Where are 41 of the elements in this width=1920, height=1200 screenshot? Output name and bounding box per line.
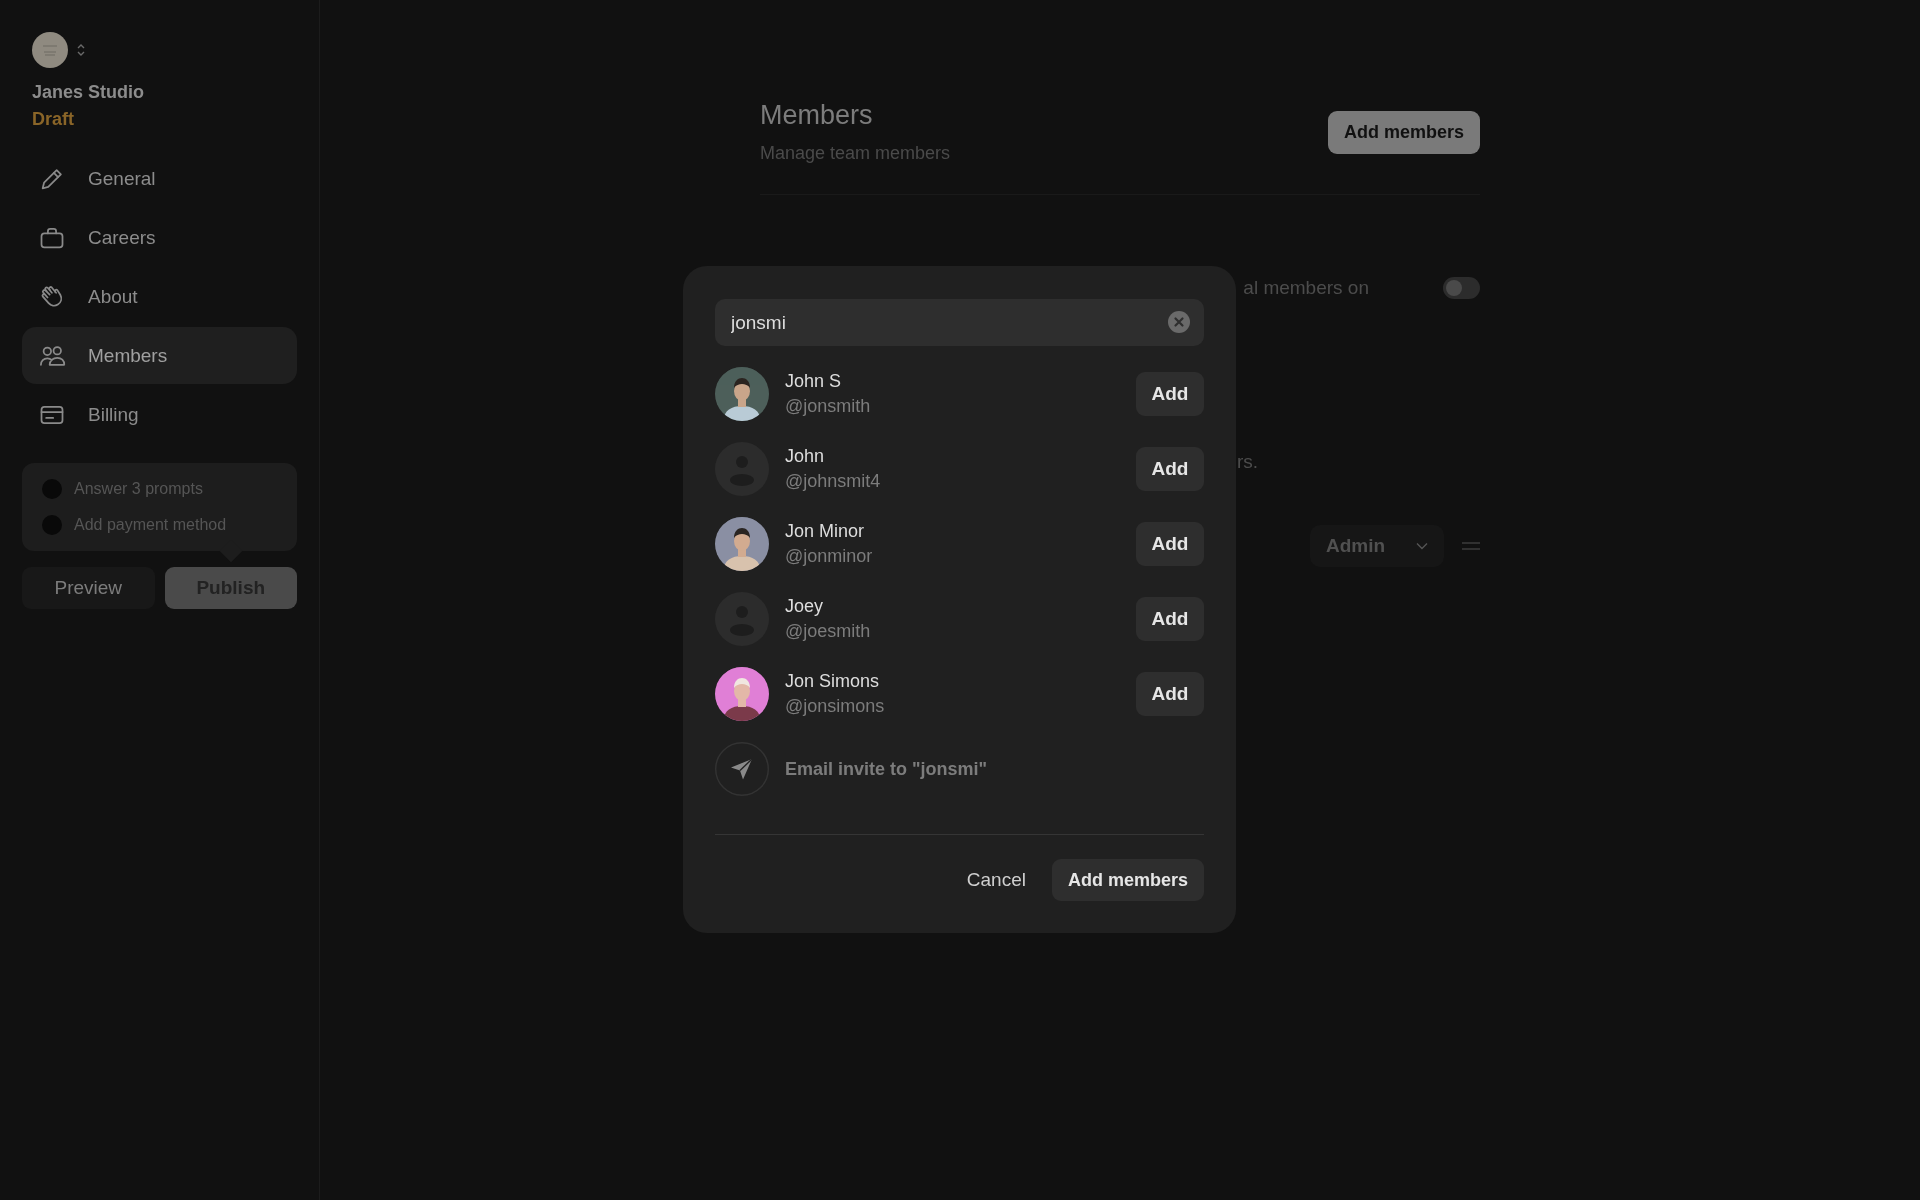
- member-handle: @jonsmith: [785, 396, 872, 417]
- add-button[interactable]: Add: [1136, 522, 1204, 566]
- preview-button[interactable]: Preview: [22, 567, 155, 609]
- setting-description: al members on: [1243, 277, 1369, 299]
- sidebar-item[interactable]: About: [22, 268, 297, 325]
- member-handle: @joesmith: [785, 621, 872, 642]
- drag-handle-icon[interactable]: [1462, 542, 1480, 550]
- add-members-button[interactable]: Add members: [1327, 111, 1480, 154]
- member-handle: @jonsimons: [785, 696, 886, 717]
- member-name: Jon Minor: [785, 521, 866, 542]
- sidebar-item[interactable]: General: [22, 150, 297, 207]
- member-name: John S: [785, 371, 843, 392]
- email-invite-link[interactable]: Email invite to "jonsmi": [785, 758, 988, 780]
- add-button[interactable]: Add: [1136, 672, 1204, 716]
- search-field[interactable]: jonsmi: [715, 299, 1204, 346]
- member-name: John: [785, 446, 826, 467]
- sidebar-item[interactable]: Billing: [22, 386, 297, 443]
- page-title: Members: [760, 100, 874, 131]
- add-members-button[interactable]: Add members: [1051, 859, 1204, 901]
- sidebar-item[interactable]: Members: [22, 327, 297, 384]
- checklist-item: Add payment method: [74, 516, 227, 534]
- member-handle: @johnsmit4: [785, 471, 882, 492]
- logo-icon[interactable]: [32, 32, 68, 68]
- toggle-switch[interactable]: [1443, 277, 1480, 299]
- member-name: Joey: [785, 596, 825, 617]
- member-name: Jon Simons: [785, 671, 881, 692]
- workspace-status: Draft: [31, 109, 75, 130]
- send-icon[interactable]: [715, 742, 769, 796]
- member-handle: @jonminor: [785, 546, 874, 567]
- workspace-name: Janes Studio: [31, 82, 146, 103]
- add-button[interactable]: Add: [1136, 447, 1204, 491]
- chevron-down-icon: [1416, 542, 1428, 550]
- clear-icon[interactable]: [1168, 311, 1190, 333]
- add-button[interactable]: Add: [1136, 597, 1204, 641]
- cancel-button[interactable]: Cancel: [960, 868, 1032, 892]
- note-text: rs.: [1237, 451, 1259, 472]
- chevron-updown-icon[interactable]: [76, 42, 86, 58]
- add-button[interactable]: Add: [1136, 372, 1204, 416]
- page-subtitle: Manage team members: [760, 143, 951, 164]
- sidebar-item[interactable]: Careers: [22, 209, 297, 266]
- checklist-item: Answer 3 prompts: [74, 480, 203, 498]
